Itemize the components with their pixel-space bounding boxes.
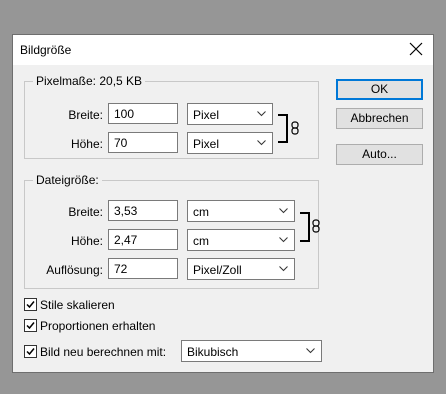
doc-width-input[interactable]: 3,53 xyxy=(108,200,178,221)
doc-constrain-bracket xyxy=(300,212,310,242)
pixel-dimensions-heading: Pixelmaße: 20,5 KB xyxy=(33,74,146,88)
chevron-down-icon xyxy=(257,111,266,117)
chevron-down-icon xyxy=(279,208,288,214)
doc-width-unit-select[interactable]: cm xyxy=(187,200,295,222)
auto-button[interactable]: Auto... xyxy=(336,144,423,165)
resample-label: Bild neu berechnen mit: xyxy=(40,345,167,359)
pixel-dimensions-group: Pixelmaße: 20,5 KB Breite: 100 Pixel Höh… xyxy=(24,74,319,159)
resample-checkbox[interactable] xyxy=(24,345,37,358)
chevron-down-icon xyxy=(279,237,288,243)
document-size-heading: Dateigröße: xyxy=(33,173,102,187)
resolution-label: Auflösung: xyxy=(46,263,103,277)
pixel-height-unit-value: Pixel xyxy=(193,137,220,151)
chevron-down-icon xyxy=(279,266,288,272)
doc-height-unit-value: cm xyxy=(193,234,209,248)
checkmark-icon xyxy=(26,348,35,356)
constrain-proportions-checkbox[interactable] xyxy=(24,319,37,332)
doc-height-label: Höhe: xyxy=(70,234,103,248)
doc-height-input[interactable]: 2,47 xyxy=(108,229,178,250)
constrain-proportions-label: Proportionen erhalten xyxy=(40,319,156,333)
pixel-height-input[interactable]: 70 xyxy=(108,132,178,153)
scale-styles-option[interactable]: Stile skalieren xyxy=(24,297,224,313)
doc-width-unit-value: cm xyxy=(193,205,209,219)
doc-height-unit-select[interactable]: cm xyxy=(187,229,295,251)
resample-method-select[interactable]: Bikubisch xyxy=(181,340,322,362)
checkmark-icon xyxy=(26,301,35,309)
resolution-input[interactable]: 72 xyxy=(108,258,178,279)
chain-link-icon xyxy=(291,121,299,138)
title-bar[interactable]: Bildgröße xyxy=(13,35,433,65)
pixel-width-label: Breite: xyxy=(68,108,103,122)
scale-styles-label: Stile skalieren xyxy=(40,298,115,312)
chain-link-icon xyxy=(312,219,320,236)
constrain-proportions-option[interactable]: Proportionen erhalten xyxy=(24,318,224,334)
resample-option[interactable]: Bild neu berechnen mit: xyxy=(24,344,184,360)
document-size-group: Dateigröße: Breite: 3,53 cm Höhe: 2,47 c… xyxy=(24,173,320,289)
checkmark-icon xyxy=(26,322,35,330)
close-icon[interactable] xyxy=(406,39,426,59)
resolution-unit-select[interactable]: Pixel/Zoll xyxy=(187,258,295,280)
chevron-down-icon xyxy=(306,348,315,354)
resolution-unit-value: Pixel/Zoll xyxy=(193,263,242,277)
resample-method-value: Bikubisch xyxy=(187,345,239,359)
image-size-dialog: Bildgröße Pixelmaße: 20,5 KB Breite: 100… xyxy=(12,34,434,373)
pixel-constrain-bracket xyxy=(278,114,288,143)
pixel-width-unit-select[interactable]: Pixel xyxy=(187,103,273,125)
doc-width-label: Breite: xyxy=(68,205,103,219)
pixel-width-unit-value: Pixel xyxy=(193,108,220,122)
ok-button[interactable]: OK xyxy=(336,79,423,100)
scale-styles-checkbox[interactable] xyxy=(24,298,37,311)
dialog-title: Bildgröße xyxy=(20,43,72,57)
pixel-height-label: Höhe: xyxy=(70,137,103,151)
cancel-button[interactable]: Abbrechen xyxy=(336,108,423,129)
pixel-width-input[interactable]: 100 xyxy=(108,103,178,124)
chevron-down-icon xyxy=(257,140,266,146)
pixel-height-unit-select[interactable]: Pixel xyxy=(187,132,273,154)
